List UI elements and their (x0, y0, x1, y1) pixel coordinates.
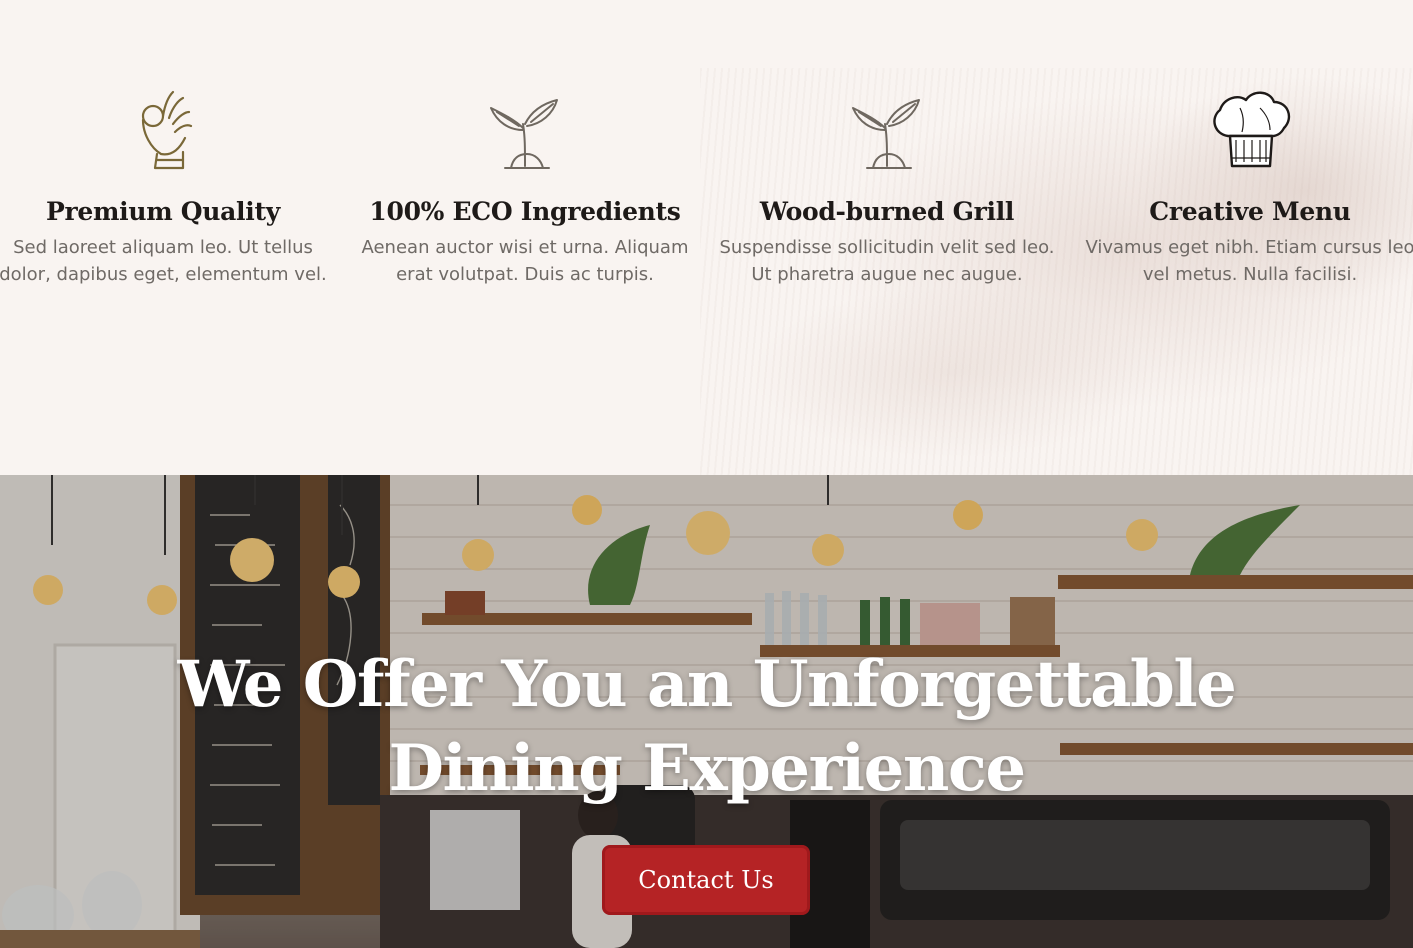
chef-hat-icon (1213, 91, 1291, 168)
features-section: Premium Quality Sed laoreet aliquam leo.… (0, 0, 1413, 475)
feature-description: Vivamus eget nibh. Etiam cursus leo vel … (1085, 237, 1413, 285)
sprout-icon (852, 99, 920, 169)
feature-description: Suspendisse sollicitudin velit sed leo. … (719, 237, 1055, 285)
ok-hand-icon (141, 90, 193, 170)
feature-title: Wood-burned Grill (759, 197, 1015, 226)
hero-section: We Offer You an Unforgettable Dining Exp… (0, 475, 1413, 948)
feature-premium-quality: Premium Quality Sed laoreet aliquam leo.… (0, 78, 338, 288)
feature-description: Sed laoreet aliquam leo. Ut tellus dolor… (0, 237, 327, 285)
feature-title: Creative Menu (1149, 197, 1351, 226)
sprout-icon (490, 99, 558, 169)
feature-eco-ingredients: 100% ECO Ingredients Aenean auctor wisi … (350, 78, 700, 288)
feature-wood-burned-grill: Wood-burned Grill Suspendisse sollicitud… (712, 78, 1062, 288)
feature-creative-menu: Creative Menu Vivamus eget nibh. Etiam c… (1075, 78, 1413, 288)
hero-heading: We Offer You an Unforgettable Dining Exp… (177, 647, 1237, 806)
feature-title: Premium Quality (46, 197, 280, 226)
feature-description: Aenean auctor wisi et urna. Aliquam erat… (361, 237, 689, 285)
feature-title: 100% ECO Ingredients (369, 197, 681, 226)
contact-us-button[interactable]: Contact Us (602, 845, 810, 915)
